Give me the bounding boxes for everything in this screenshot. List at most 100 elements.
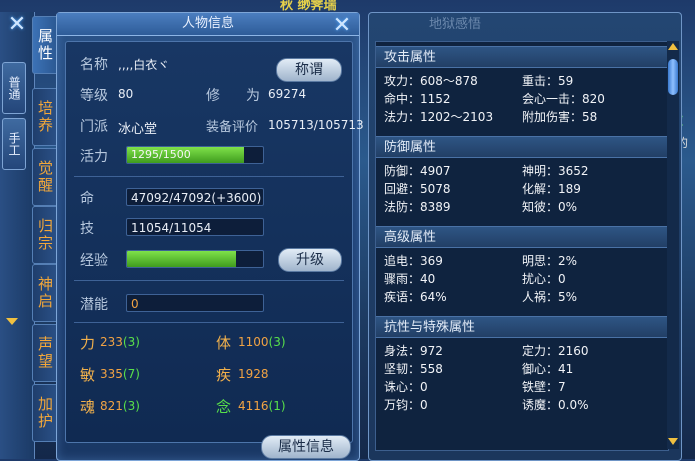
stat-mind-number: 4116 [238, 399, 269, 413]
stat-agi-number: 335 [100, 367, 123, 381]
attr-stat: 重击：59 [522, 74, 574, 88]
attr-stat: 法防：8389 [384, 200, 451, 214]
stat-soul-bonus: (3) [122, 399, 140, 413]
tab-reputation[interactable]: 声望 [32, 324, 58, 382]
attr-stat: 防御：4907 [384, 164, 451, 178]
attr-section-header: 防御属性 [376, 136, 668, 158]
stat-con-bonus: (3) [268, 335, 286, 349]
attr-stat: 坚韧：558 [384, 362, 443, 376]
attr-stat: 会心一击：820 [522, 92, 605, 106]
cultivation-value: 69274 [268, 87, 307, 101]
exp-bar [126, 250, 264, 268]
hp-value: 47092/47092(+3600) [126, 188, 264, 206]
world-npc-name: 秋 缈霁瑞 [280, 0, 337, 12]
attr-stat: 扰心：0 [522, 272, 566, 286]
attr-section-header: 抗性与特殊属性 [376, 316, 668, 338]
attr-stat: 追电：369 [384, 254, 443, 268]
attr-stat: 定力：2160 [522, 344, 589, 358]
stat-mind-bonus: (1) [268, 399, 286, 413]
divider [74, 176, 344, 177]
panel-close-icon[interactable]: ✕ [331, 15, 353, 37]
attr-stat: 疾语：64% [384, 290, 447, 304]
attribute-info-button[interactable]: 属性信息 [261, 435, 351, 459]
tab-awaken[interactable]: 觉醒 [32, 148, 58, 206]
attr-stat: 附加伤害：58 [522, 110, 598, 124]
stat-str-number: 233 [100, 335, 123, 349]
tab-divine[interactable]: 神启 [32, 264, 58, 322]
attr-stat: 骤雨：40 [384, 272, 436, 286]
attribute-detail-panel: 地狱感悟 攻击属性 攻力：608～878 重击：59 命中：1152 会心一击：820 法… [368, 12, 682, 461]
stat-agi-value: 335(7) [100, 367, 140, 381]
potential-label: 潜能 [80, 297, 108, 313]
stat-con-number: 1100 [238, 335, 269, 349]
hp-label: 命 [80, 191, 94, 207]
stat-soul-label: 魂 [80, 398, 96, 416]
stat-mind-value: 4116(1) [238, 399, 286, 413]
attribute-list: 攻击属性攻力：608～878 重击：59 命中：1152 会心一击：820 法力：120… [375, 41, 669, 451]
skill-value: 11054/11054 [126, 218, 264, 236]
stat-str-label: 力 [80, 334, 96, 352]
tab-blessing[interactable]: 加护 [32, 384, 58, 442]
stat-soul-number: 821 [100, 399, 123, 413]
tab-attributes[interactable]: 属性 [32, 16, 58, 74]
upgrade-button[interactable]: 升级 [278, 248, 342, 272]
attr-stat: 御心：41 [522, 362, 574, 376]
attr-section-header: 攻击属性 [376, 46, 668, 68]
attr-stat: 诛心：0 [384, 380, 428, 394]
attr-stat: 神明：3652 [522, 164, 589, 178]
attr-stat: 明思：2% [522, 254, 578, 268]
sidebar-arrow-down-icon[interactable] [6, 318, 18, 325]
stat-agi-label: 敏 [80, 366, 96, 384]
exp-label: 经验 [80, 253, 108, 269]
tab-cultivate[interactable]: 培养 [32, 88, 58, 146]
equip-score-value: 105713/105713 [268, 118, 364, 132]
attr-stat: 命中：1152 [384, 92, 451, 106]
title-button[interactable]: 称谓 [276, 58, 342, 82]
divider [74, 280, 344, 281]
skill-label: 技 [80, 221, 94, 237]
name-label: 名称 [80, 57, 108, 73]
equip-score-label: 装备评价 [206, 120, 259, 135]
mini-tab-normal[interactable]: 普通 [2, 62, 26, 114]
stat-str-bonus: (3) [122, 335, 140, 349]
stat-spd-value: 1928 [238, 367, 269, 381]
tab-return[interactable]: 归宗 [32, 206, 58, 264]
scroll-down-icon[interactable] [668, 438, 678, 445]
attr-stat: 诱魔：0.0% [522, 398, 589, 412]
divider [74, 322, 344, 323]
stat-spd-number: 1928 [238, 367, 269, 381]
scroll-thumb[interactable] [668, 59, 678, 95]
panel-title: 人物信息 [57, 13, 359, 36]
level-value: 80 [118, 87, 134, 101]
name-value: ,,,,白衣ヾ [118, 58, 170, 72]
attr-stat: 人祸：5% [522, 290, 578, 304]
sidebar-close-icon[interactable]: ✕ [6, 14, 28, 36]
cultivation-label-1: 修 [206, 88, 220, 104]
attr-stat: 铁壁：7 [522, 380, 566, 394]
attr-section-header: 高级属性 [376, 226, 668, 248]
stats-frame: 名称 ,,,,白衣ヾ 称谓 等级 80 修 为 69274 门派 冰心堂 装备评… [65, 41, 364, 443]
attribute-scrollbar[interactable] [667, 41, 679, 449]
stat-mind-label: 念 [216, 398, 232, 416]
mini-tab-craft[interactable]: 手工 [2, 118, 26, 170]
sect-label: 门派 [80, 119, 108, 135]
potential-value: 0 [126, 294, 264, 312]
sect-value: 冰心堂 [118, 122, 158, 137]
stat-str-value: 233(3) [100, 335, 140, 349]
attr-stat: 回避：5078 [384, 182, 451, 196]
attr-stat: 知彼：0% [522, 200, 578, 214]
vitality-bar: 1295/1500 [126, 146, 264, 164]
vitality-text: 1295/1500 [131, 148, 191, 161]
attr-stat: 攻力：608～878 [384, 74, 478, 88]
attr-stat: 身法：972 [384, 344, 443, 358]
stat-con-value: 1100(3) [238, 335, 286, 349]
character-info-panel: 人物信息 ✕ 名称 ,,,,白衣ヾ 称谓 等级 80 修 为 69274 门派 … [56, 12, 364, 461]
cultivation-label-2: 为 [246, 88, 260, 104]
stat-spd-label: 疾 [216, 366, 232, 384]
level-label: 等级 [80, 88, 108, 104]
stat-con-label: 体 [216, 334, 232, 352]
scroll-up-icon[interactable] [668, 43, 678, 50]
stat-agi-bonus: (7) [122, 367, 140, 381]
attr-stat: 万钧：0 [384, 398, 428, 412]
attr-stat: 法力：1202～2103 [384, 110, 494, 124]
